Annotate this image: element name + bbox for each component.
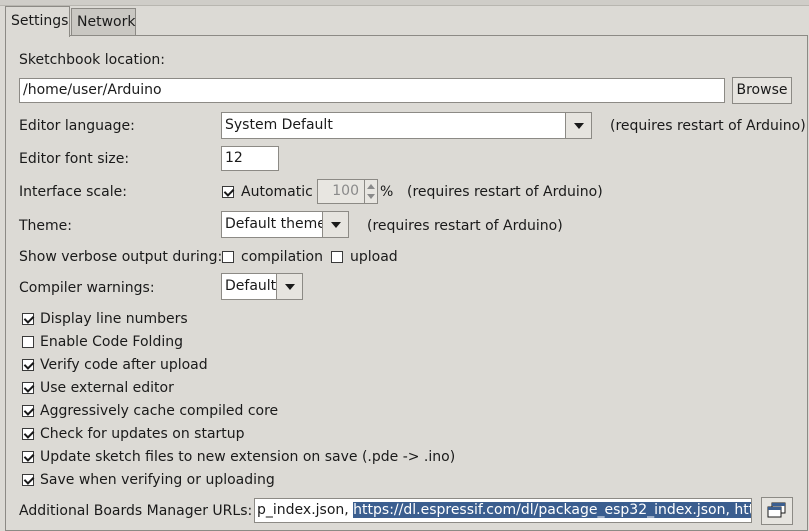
upload-checkbox[interactable] — [331, 251, 343, 263]
editor-language-note: (requires restart of Arduino) — [610, 118, 806, 134]
automatic-label: Automatic — [241, 184, 313, 200]
verify-code-label: Verify code after upload — [40, 357, 208, 373]
boards-urls-text: p_index.json, — [257, 502, 354, 518]
chevron-down-icon[interactable] — [565, 113, 591, 138]
theme-select[interactable]: Default theme — [221, 211, 349, 238]
display-line-numbers-label: Display line numbers — [40, 311, 188, 327]
chevron-down-icon[interactable] — [322, 212, 348, 237]
theme-label: Theme: — [19, 218, 73, 234]
enable-code-folding-label: Enable Code Folding — [40, 334, 183, 350]
browse-button[interactable]: Browse — [732, 77, 792, 104]
editor-language-label: Editor language: — [19, 118, 135, 134]
verbose-label: Show verbose output during: — [19, 249, 223, 265]
external-editor-checkbox[interactable] — [22, 382, 34, 394]
editor-language-value: System Default — [225, 117, 333, 133]
interface-scale-value: 100 — [332, 183, 359, 199]
sketchbook-label: Sketchbook location: — [19, 52, 166, 68]
compilation-label: compilation — [241, 249, 323, 265]
save-on-verify-checkbox[interactable] — [22, 474, 34, 486]
update-extension-checkbox[interactable] — [22, 451, 34, 463]
interface-scale-note: (requires restart of Arduino) — [407, 184, 603, 200]
window-top-strip — [0, 0, 809, 6]
theme-value: Default theme — [225, 216, 326, 232]
font-size-label: Editor font size: — [19, 151, 130, 167]
compiler-warnings-label: Compiler warnings: — [19, 280, 155, 296]
cache-core-checkbox[interactable] — [22, 405, 34, 417]
editor-language-select[interactable]: System Default — [221, 112, 592, 139]
save-on-verify-label: Save when verifying or uploading — [40, 472, 275, 488]
interface-scale-unit: % — [380, 184, 394, 200]
compilation-checkbox[interactable] — [222, 251, 234, 263]
font-size-input[interactable]: 12 — [221, 146, 279, 171]
sketchbook-input[interactable]: /home/user/Arduino — [19, 78, 725, 103]
boards-urls-label: Additional Boards Manager URLs: — [19, 503, 253, 519]
theme-note: (requires restart of Arduino) — [367, 218, 563, 234]
boards-urls-button[interactable] — [761, 497, 793, 525]
chevron-down-icon[interactable] — [276, 274, 302, 299]
verify-code-checkbox[interactable] — [22, 359, 34, 371]
upload-label: upload — [350, 249, 398, 265]
compiler-warnings-value: Default — [225, 278, 277, 294]
boards-urls-selection: https://dl.espressif.com/dl/package_esp3… — [353, 502, 751, 518]
window-icon — [767, 502, 786, 518]
compiler-warnings-select[interactable]: Default — [221, 273, 303, 300]
interface-scale-spinner[interactable]: 100 — [317, 179, 378, 204]
boards-urls-input[interactable]: p_index.json, https://dl.espressif.com/d… — [254, 498, 752, 523]
update-extension-label: Update sketch files to new extension on … — [40, 449, 456, 465]
interface-scale-label: Interface scale: — [19, 184, 127, 200]
check-updates-label: Check for updates on startup — [40, 426, 245, 442]
tab-network[interactable]: Network — [71, 8, 136, 35]
check-updates-checkbox[interactable] — [22, 428, 34, 440]
spinner-arrows[interactable] — [364, 180, 377, 203]
enable-code-folding-checkbox[interactable] — [22, 336, 34, 348]
tab-settings[interactable]: Settings — [5, 6, 70, 37]
external-editor-label: Use external editor — [40, 380, 174, 396]
cache-core-label: Aggressively cache compiled core — [40, 403, 279, 419]
display-line-numbers-checkbox[interactable] — [22, 313, 34, 325]
automatic-checkbox[interactable] — [222, 186, 234, 198]
